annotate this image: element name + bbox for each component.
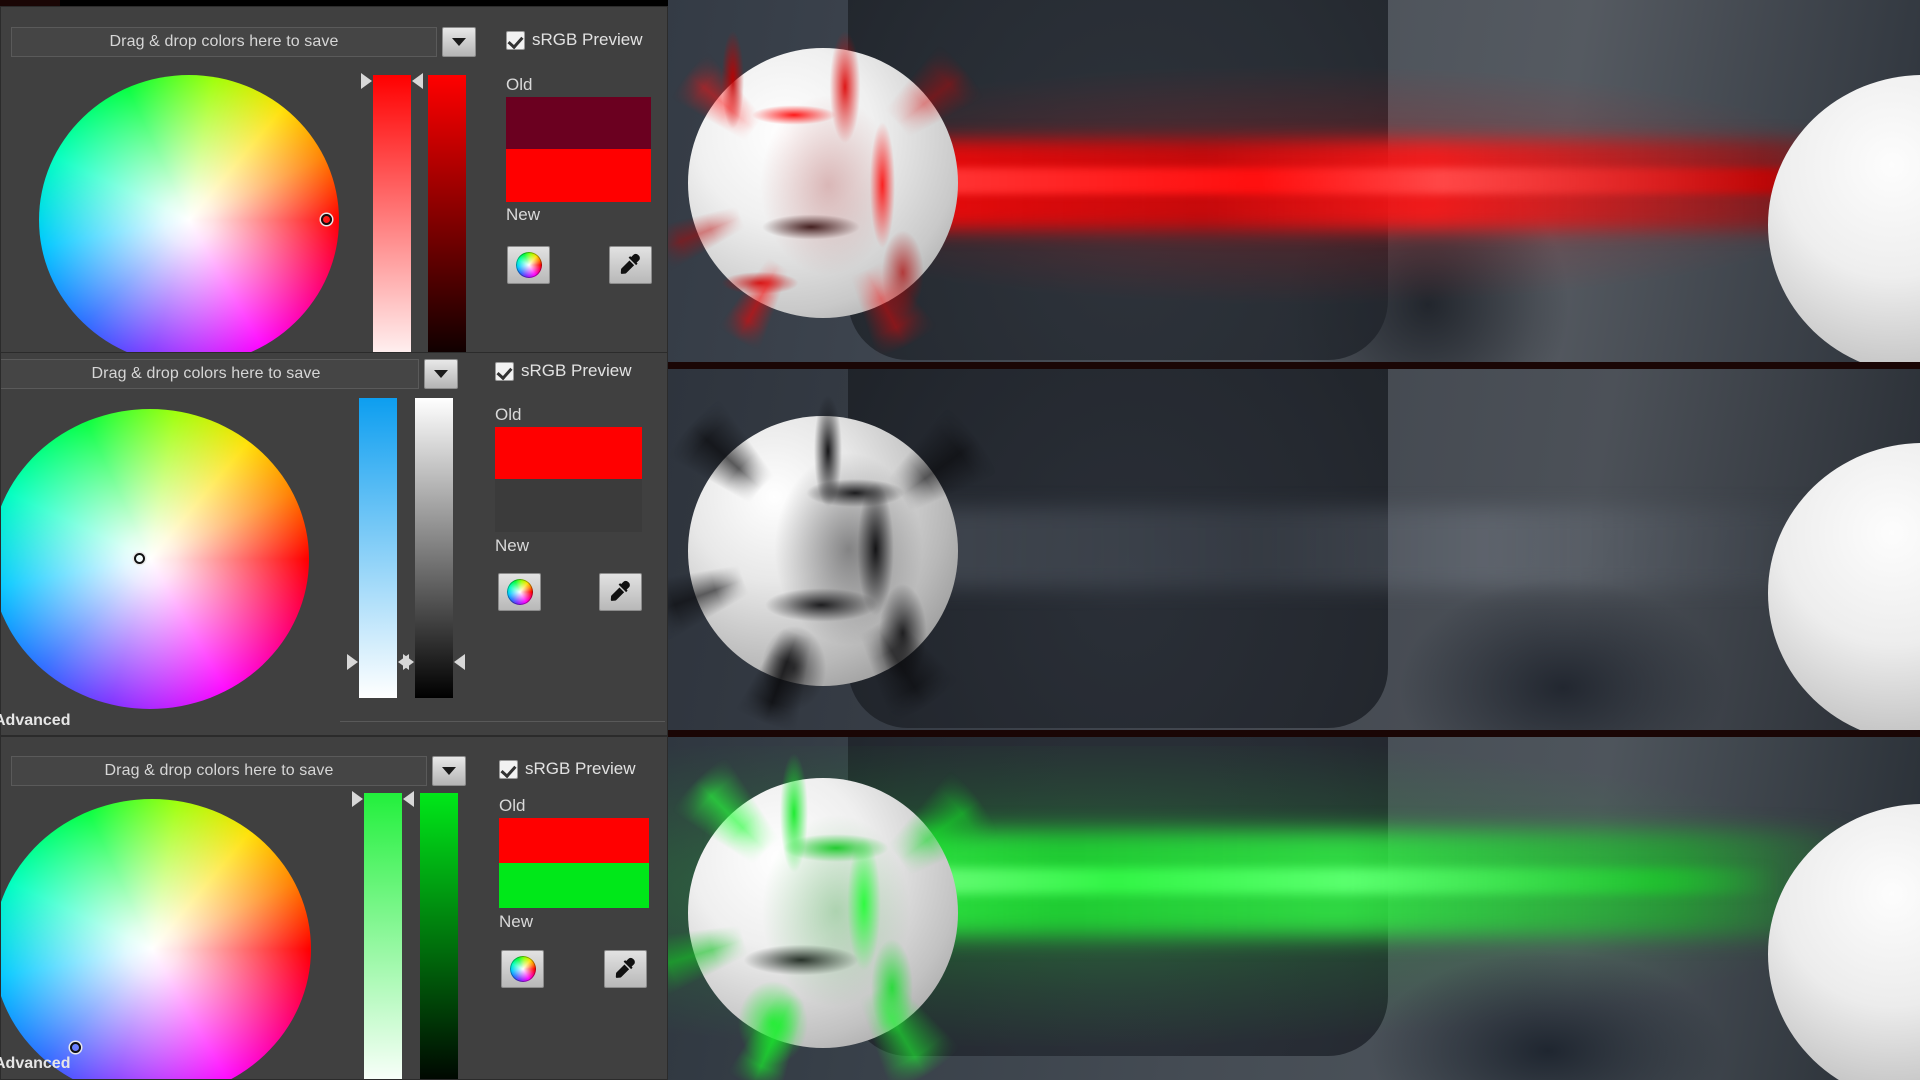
srgb-preview-label: sRGB Preview [532, 30, 643, 49]
srgb-preview-label: sRGB Preview [521, 361, 632, 380]
color-wheel-icon [509, 956, 536, 982]
srgb-preview-checkbox[interactable] [495, 361, 514, 381]
open-color-wheel-button[interactable] [498, 573, 541, 611]
sphere-fx-tendrils [668, 368, 1018, 736]
old-color-label: Old [499, 796, 526, 815]
niagara-preview-black[interactable] [668, 368, 1920, 736]
eyedropper-button[interactable] [609, 246, 652, 284]
save-colors-dropdown-button[interactable] [442, 27, 476, 57]
new-color-label: New [495, 536, 530, 555]
chevron-down-icon [442, 767, 456, 775]
new-color-swatch[interactable] [506, 149, 651, 202]
color-wheel-gradient[interactable] [1, 799, 311, 1079]
save-colors-field[interactable]: Drag & drop colors here to save [1, 359, 419, 389]
sphere-fx-tendrils [668, 0, 1018, 368]
eyedropper-button[interactable] [604, 950, 647, 988]
srgb-preview-checkbox[interactable] [499, 759, 518, 779]
srgb-preview-checkbox[interactable] [506, 30, 525, 50]
color-wheel-green[interactable] [1, 799, 311, 1079]
saturation-slider-green[interactable] [352, 791, 414, 1079]
saturation-marker-left[interactable] [361, 73, 372, 89]
save-colors-field[interactable]: Drag & drop colors here to save [11, 27, 437, 57]
save-colors-bar[interactable]: Drag & drop colors here to save [11, 27, 476, 57]
color-picker-blue[interactable]: Drag & drop colors here to save sRGB Pre… [0, 352, 668, 736]
viewport-separator-1 [668, 362, 1920, 369]
color-wheel-cursor[interactable] [321, 214, 332, 225]
eyedropper-icon [615, 957, 635, 978]
old-color-swatch[interactable] [499, 818, 649, 863]
niagara-preview-red[interactable] [668, 0, 1920, 368]
value-slider-track[interactable] [415, 398, 453, 698]
srgb-preview-label: sRGB Preview [525, 759, 636, 778]
chevron-down-icon [452, 38, 466, 46]
save-colors-dropdown-button[interactable] [424, 359, 458, 389]
value-slider-track[interactable] [420, 793, 458, 1079]
saturation-slider-track[interactable] [364, 793, 402, 1079]
new-color-label: New [499, 912, 534, 931]
niagara-preview-green[interactable] [668, 736, 1920, 1080]
color-wheel-icon [515, 252, 542, 278]
color-wheel-gradient[interactable] [1, 409, 309, 709]
srgb-preview-row[interactable]: sRGB Preview [495, 361, 632, 381]
old-color-swatch[interactable] [506, 97, 651, 149]
color-wheel-gradient[interactable] [39, 75, 339, 365]
save-colors-field[interactable]: Drag & drop colors here to save [11, 756, 427, 786]
color-wheel-blue[interactable] [1, 409, 309, 709]
saturation-marker-right[interactable] [403, 791, 414, 807]
color-wheel-cursor[interactable] [69, 1042, 81, 1053]
saturation-slider-red[interactable] [361, 73, 423, 365]
value-slider-blue[interactable] [403, 398, 465, 698]
eyedropper-icon [610, 580, 630, 601]
color-wheel-red[interactable] [39, 75, 339, 365]
saturation-slider-track[interactable] [359, 398, 397, 698]
window-title-bar-remnant [0, 0, 60, 6]
value-slider-track[interactable] [428, 75, 466, 365]
eyedropper-icon [620, 253, 640, 274]
old-color-swatch[interactable] [495, 427, 642, 479]
saturation-marker-left[interactable] [352, 791, 363, 807]
value-slider-red[interactable] [428, 75, 466, 365]
new-color-swatch[interactable] [499, 863, 649, 908]
eyedropper-button[interactable] [599, 573, 642, 611]
saturation-slider-blue-track-wrap[interactable] [347, 398, 409, 698]
value-marker-right[interactable] [454, 654, 465, 670]
advanced-toggle-blue[interactable]: Advanced [0, 712, 70, 730]
saturation-marker-left[interactable] [347, 654, 358, 670]
old-color-label: Old [495, 405, 522, 424]
old-color-label: Old [506, 75, 533, 94]
color-wheel-icon [506, 579, 533, 605]
saturation-marker-right[interactable] [412, 73, 423, 89]
save-colors-dropdown-button[interactable] [432, 756, 466, 786]
open-color-wheel-button[interactable] [507, 246, 550, 284]
save-colors-bar[interactable]: Drag & drop colors here to save [11, 756, 466, 786]
value-marker-left[interactable] [403, 654, 414, 670]
value-slider-green[interactable] [420, 793, 458, 1079]
chevron-down-icon [434, 370, 448, 378]
advanced-toggle-green[interactable]: Advanced [0, 1055, 70, 1073]
new-color-label: New [506, 205, 541, 224]
srgb-preview-row[interactable]: sRGB Preview [506, 30, 643, 50]
advanced-divider-blue [340, 721, 665, 722]
saturation-slider-track[interactable] [373, 75, 411, 365]
color-picker-green[interactable]: Drag & drop colors here to save sRGB Pre… [0, 736, 668, 1080]
color-picker-red[interactable]: Drag & drop colors here to save sRGB Pre… [0, 6, 668, 366]
srgb-preview-row[interactable]: sRGB Preview [499, 759, 636, 779]
sphere-fx-tendrils [668, 736, 1024, 1080]
open-color-wheel-button[interactable] [501, 950, 544, 988]
new-color-swatch[interactable] [495, 479, 642, 532]
viewport-separator-2 [668, 730, 1920, 737]
